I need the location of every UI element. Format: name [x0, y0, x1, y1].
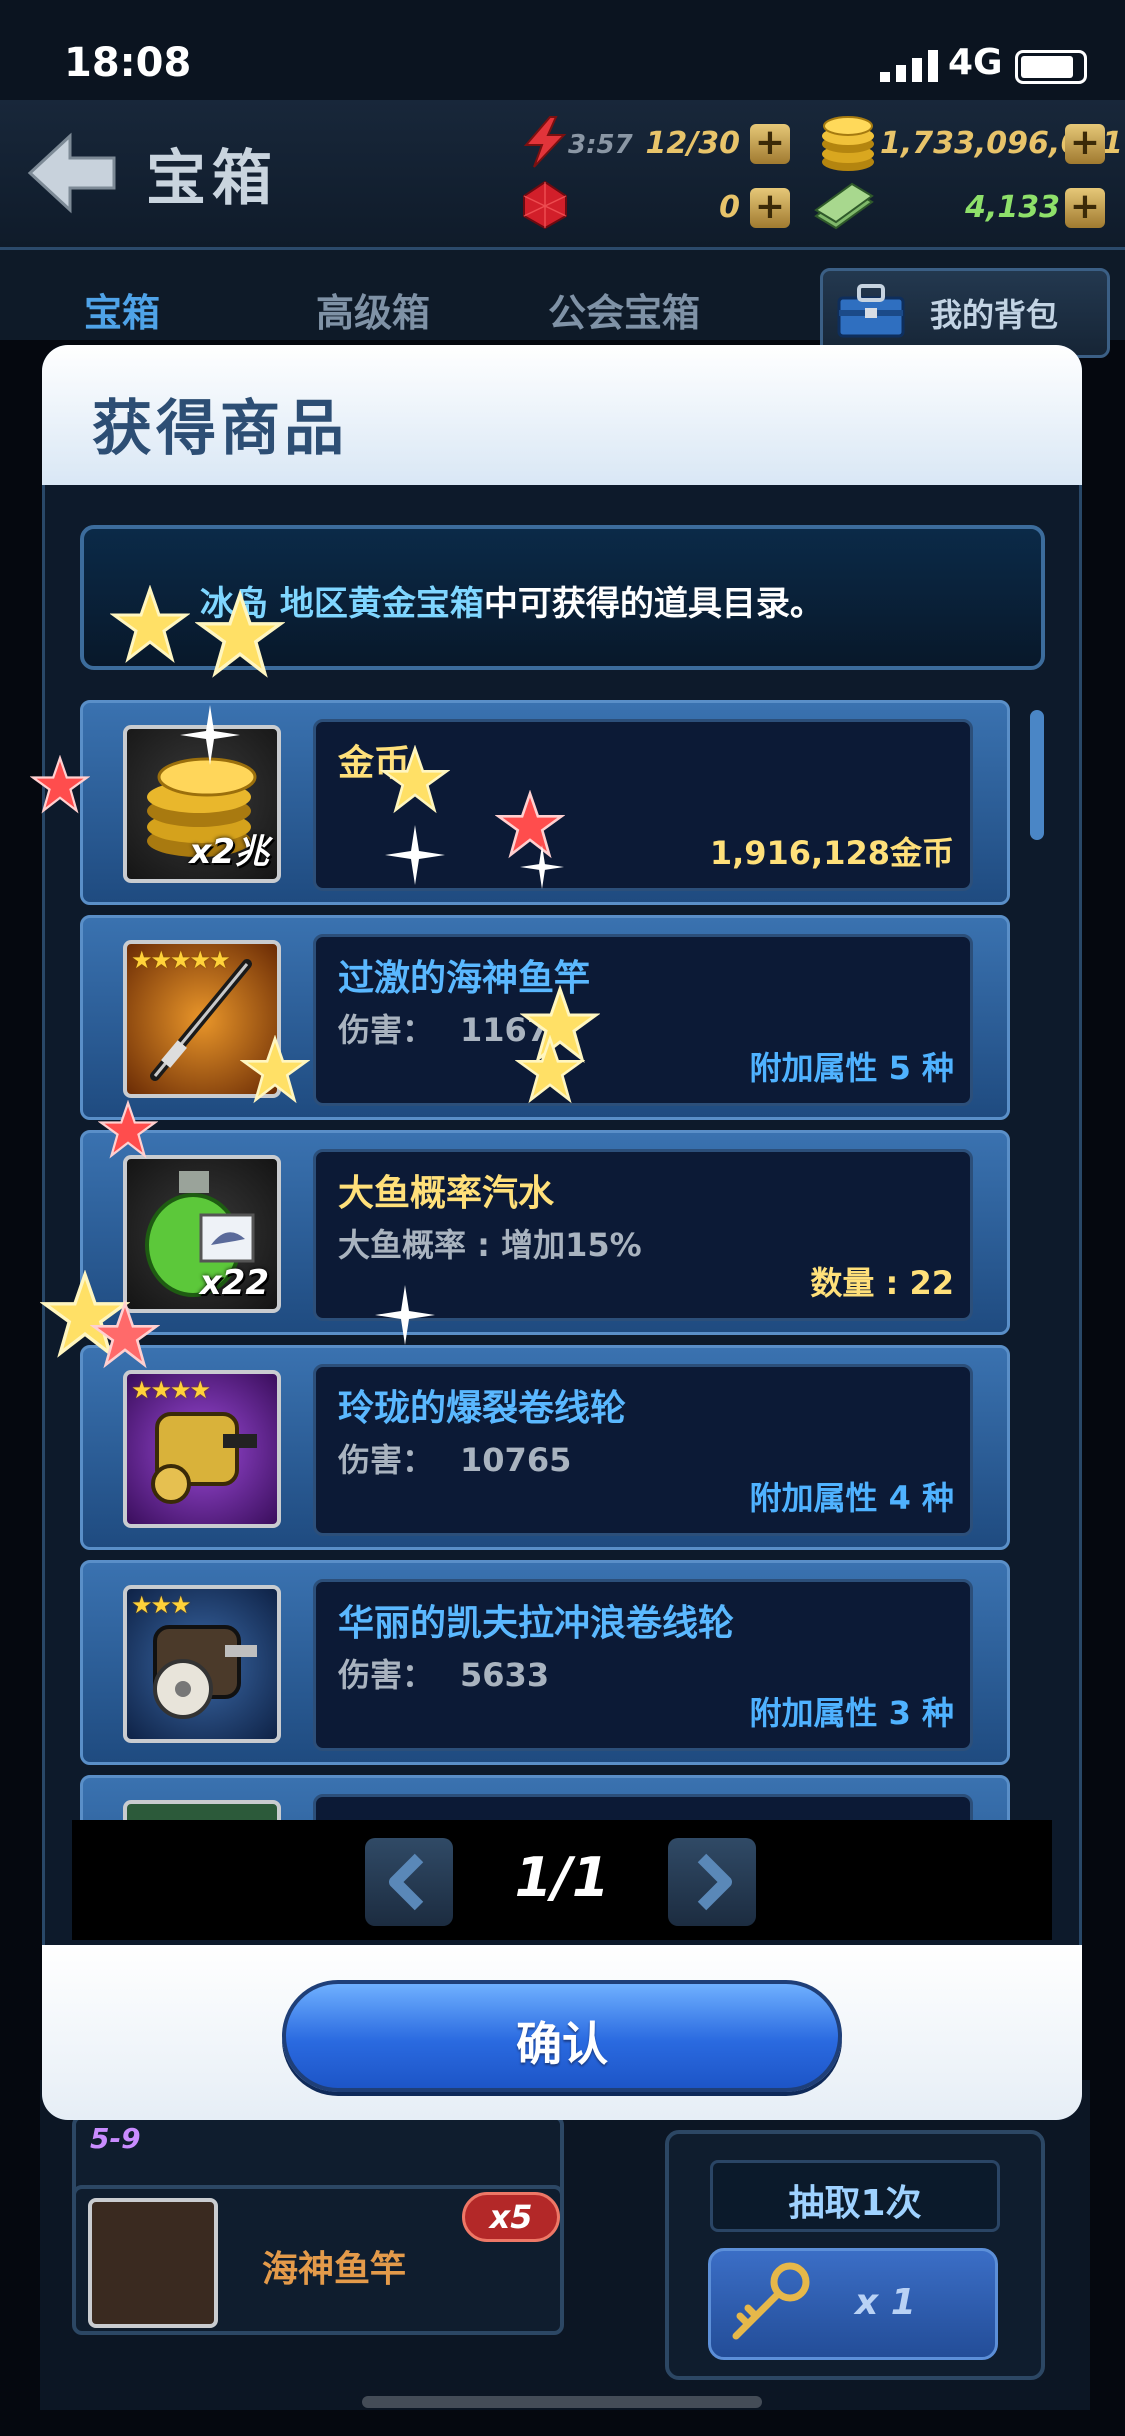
item-info: 过激的海神鱼竿 伤害： 11675 附加属性 5 种 [313, 934, 973, 1106]
list-item-reel-burst[interactable]: ★★★★ 玲珑的爆裂卷线轮 伤害： 10765 附加属性 4 种 [80, 1345, 1010, 1550]
item-attributes: 附加属性 3 种 [749, 1694, 954, 1732]
stat-value: 10765 [460, 1441, 572, 1479]
star-sparkle-icon [240, 1035, 310, 1104]
tab-guild-chest[interactable]: 公会宝箱 [548, 282, 700, 337]
gems-value: 0 [719, 190, 740, 225]
item-effect: 大鱼概率 : 增加15% [338, 1226, 642, 1264]
item-thumbnail [123, 1800, 281, 1820]
cash-plus-button[interactable]: + [1065, 188, 1105, 228]
stat-label: 伤害： [338, 1656, 435, 1694]
star-rating: ★★★ [131, 1591, 192, 1619]
soda-thumbnail: x22 [123, 1155, 281, 1313]
twinkle-icon [375, 1285, 435, 1345]
golden-key-icon [732, 2262, 810, 2340]
network-type: 4G [948, 42, 1003, 83]
item-attributes: 附加属性 4 种 [749, 1479, 954, 1517]
star-sparkle-icon [98, 1100, 158, 1159]
red-gem-icon [523, 180, 567, 230]
twinkle-icon [520, 845, 564, 889]
tier-label: 5-9 [90, 2122, 141, 2155]
draw-once-label: 抽取1次 [788, 2183, 922, 2224]
chevron-right-icon [697, 1853, 732, 1911]
tab-advanced-chest[interactable]: 高级箱 [316, 282, 430, 337]
star-sparkle-icon [195, 590, 285, 678]
tab-chest[interactable]: 宝箱 [84, 282, 160, 337]
item-name: 大鱼概率汽水 [338, 1173, 555, 1214]
item-attributes: 附加属性 5 种 [749, 1049, 954, 1087]
toolbox-icon [837, 284, 905, 338]
reel-thumbnail: ★★★★ [123, 1370, 281, 1528]
coins-plus-button[interactable]: + [1065, 124, 1105, 164]
list-item-soda[interactable]: x22 大鱼概率汽水 大鱼概率 : 增加15% 数量 : 22 [80, 1130, 1010, 1335]
gold-coins-icon [822, 116, 874, 171]
previous-page-button[interactable] [365, 1838, 453, 1926]
star-sparkle-icon [380, 745, 450, 814]
item-amount: 1,916,128金币 [709, 834, 954, 872]
status-time: 18:08 [64, 40, 192, 86]
twinkle-icon [385, 825, 445, 885]
star-sparkle-icon [515, 1035, 585, 1104]
item-stat: 伤害： 5633 [338, 1650, 549, 1696]
energy-bolt-icon [523, 116, 567, 168]
signal-icon [880, 50, 938, 82]
page-title: 宝箱 [146, 144, 278, 214]
item-quantity: 数量 : 22 [810, 1264, 954, 1302]
modal-title: 获得商品 [92, 394, 348, 464]
home-indicator[interactable] [362, 2396, 762, 2408]
chevron-left-icon [389, 1853, 424, 1911]
gems-plus-button[interactable]: + [750, 188, 790, 228]
star-sparkle-icon [90, 1300, 160, 1369]
list-item-partial[interactable] [80, 1775, 1010, 1820]
my-bag-label: 我的背包 [930, 296, 1059, 334]
description-rest: 中可获得的道具目录。 [483, 584, 824, 624]
energy-value: 12/30 [645, 126, 740, 161]
back-arrow-icon[interactable] [22, 128, 122, 218]
battery-icon [1015, 50, 1087, 84]
list-scrollbar[interactable] [1030, 710, 1044, 840]
stat-label: 伤害： [338, 1011, 435, 1049]
quantity-badge: x5 [462, 2192, 560, 2242]
energy-timer: 3:57 [568, 130, 633, 160]
stat-value: 5633 [460, 1656, 550, 1694]
item-info: 玲珑的爆裂卷线轮 伤害： 10765 附加属性 4 种 [313, 1364, 973, 1536]
rod-reward-label: 海神鱼竿 [262, 2249, 407, 2290]
star-rating: ★★★★★ [131, 946, 231, 974]
coins-value: 1,733,096,631 [880, 126, 1123, 161]
item-stat: 伤害： 10765 [338, 1435, 571, 1481]
list-item-reel-kevlar[interactable]: ★★★ 华丽的凯夫拉冲浪卷线轮 伤害： 5633 附加属性 3 种 [80, 1560, 1010, 1765]
cash-stack-icon [814, 182, 874, 230]
star-sparkle-icon [110, 585, 190, 663]
reel-thumbnail: ★★★ [123, 1585, 281, 1743]
item-badge: x2兆 [189, 832, 269, 872]
item-info: 华丽的凯夫拉冲浪卷线轮 伤害： 5633 附加属性 3 种 [313, 1579, 973, 1751]
energy-plus-button[interactable]: + [750, 124, 790, 164]
cash-value: 4,133 [965, 190, 1060, 225]
star-sparkle-icon [30, 755, 90, 814]
confirm-label: 确认 [516, 2017, 608, 2071]
item-info [313, 1794, 973, 1820]
description-text: 冰岛 地区黄金宝箱中可获得的道具目录。 [200, 576, 824, 625]
star-rating: ★★★★ [131, 1376, 211, 1404]
fishing-rod-thumbnail [88, 2198, 218, 2328]
key-count: x 1 [855, 2282, 916, 2323]
page-indicator: 1/1 [514, 1846, 610, 1909]
next-page-button[interactable] [668, 1838, 756, 1926]
item-badge: x22 [199, 1263, 269, 1303]
twinkle-icon [180, 705, 240, 765]
stat-label: 伤害： [338, 1441, 435, 1479]
item-name: 玲珑的爆裂卷线轮 [338, 1388, 627, 1429]
item-name: 华丽的凯夫拉冲浪卷线轮 [338, 1603, 735, 1644]
